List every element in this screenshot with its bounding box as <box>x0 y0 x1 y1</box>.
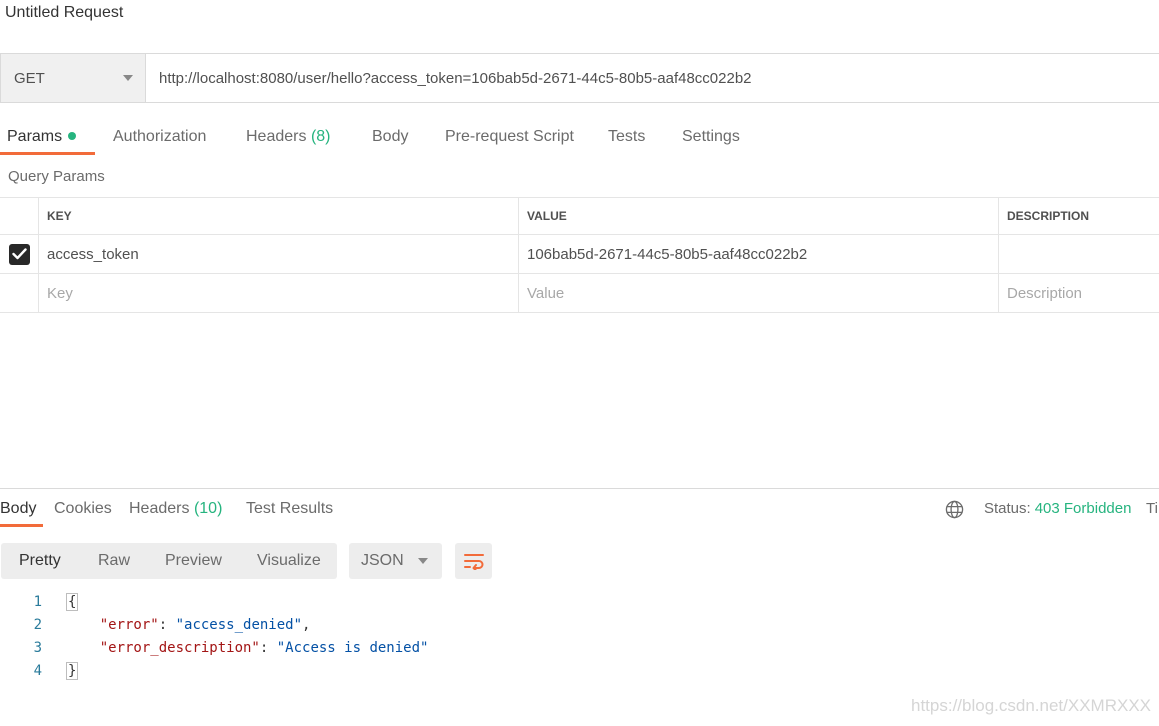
tab-body[interactable]: Body <box>372 118 408 156</box>
tab-tests[interactable]: Tests <box>608 118 645 156</box>
code-line: 2 "error": "access_denied", <box>0 614 700 637</box>
line-number: 4 <box>33 663 42 679</box>
code-line: 3 "error_description": "Access is denied… <box>0 637 700 660</box>
line-number: 3 <box>33 640 42 656</box>
column-header-value: VALUE <box>519 198 999 234</box>
json-string: "Access is denied" <box>276 640 429 656</box>
response-view-modes: Pretty Raw Preview Visualize <box>1 543 337 579</box>
response-tab-test-results[interactable]: Test Results <box>246 492 333 526</box>
code-text: "error": "access_denied", <box>99 617 311 633</box>
format-label: JSON <box>361 552 404 569</box>
response-tab-cookies[interactable]: Cookies <box>54 492 112 526</box>
new-value-input[interactable]: Value <box>519 274 999 312</box>
code-text: "error_description": "Access is denied" <box>99 640 429 656</box>
json-key: "error" <box>99 617 159 633</box>
code-text: } <box>66 660 79 683</box>
view-raw-button[interactable]: Raw <box>98 543 130 579</box>
param-enabled-checkbox[interactable] <box>8 243 30 265</box>
param-key-cell[interactable]: access_token <box>39 235 519 273</box>
check-icon <box>11 248 27 260</box>
column-header-key: KEY <box>39 198 519 234</box>
response-status: Status: 403 Forbidden <box>984 492 1131 526</box>
json-key: "error_description" <box>99 640 260 656</box>
globe-icon[interactable] <box>945 500 964 519</box>
response-time-label: Tin <box>1146 500 1159 517</box>
param-description-cell[interactable] <box>999 235 1159 273</box>
table-row-new: Key Value Description <box>0 274 1159 313</box>
code-line: 1 { <box>0 591 700 614</box>
response-tab-headers[interactable]: Headers (10) <box>129 492 222 526</box>
url-bar: GET http://localhost:8080/user/hello?acc… <box>0 53 1159 103</box>
line-number: 2 <box>33 617 42 633</box>
status-label: Status: <box>984 500 1031 517</box>
tab-params-label: Params <box>7 128 63 145</box>
response-tabs: Body Cookies Headers (10) Test Results S… <box>0 492 1159 528</box>
table-row: access_token 106bab5d-2671-44c5-80b5-aaf… <box>0 235 1159 274</box>
chevron-down-icon <box>418 558 428 564</box>
tab-headers-label: Headers <box>246 128 307 145</box>
tab-authorization[interactable]: Authorization <box>113 118 206 156</box>
new-key-input[interactable]: Key <box>39 274 519 312</box>
query-params-label: Query Params <box>8 168 105 185</box>
view-pretty-button[interactable]: Pretty <box>19 543 61 579</box>
row-checkbox-cell <box>0 235 39 273</box>
open-brace: { <box>66 593 79 611</box>
response-body-editor[interactable]: 1 { 2 "error": "access_denied", 3 "error… <box>0 591 700 683</box>
column-header-description: DESCRIPTION <box>1007 209 1090 223</box>
param-value-cell[interactable]: 106bab5d-2671-44c5-80b5-aaf48cc022b2 <box>519 235 999 273</box>
request-title: Untitled Request <box>5 4 124 21</box>
tab-prerequest-script[interactable]: Pre-request Script <box>445 118 574 156</box>
method-label: GET <box>14 69 45 87</box>
headers-count: (8) <box>310 128 331 145</box>
new-description-input[interactable]: Description <box>999 274 1159 312</box>
new-row-checkbox-cell <box>0 274 39 312</box>
close-brace: } <box>66 662 79 680</box>
request-tabs: Params Authorization Headers (8) Body Pr… <box>0 118 1159 158</box>
response-tab-headers-label: Headers <box>129 500 190 517</box>
active-dot-icon <box>68 131 77 140</box>
line-number: 1 <box>33 594 42 610</box>
view-preview-button[interactable]: Preview <box>165 543 222 579</box>
response-headers-count: (10) <box>193 500 223 517</box>
view-visualize-button[interactable]: Visualize <box>257 543 321 579</box>
code-text: { <box>66 591 79 614</box>
tab-params[interactable]: Params <box>7 118 77 156</box>
method-select[interactable]: GET <box>1 54 146 102</box>
response-tab-body[interactable]: Body <box>0 492 36 526</box>
code-line: 4 } <box>0 660 700 683</box>
response-active-tab-indicator <box>0 524 43 527</box>
tab-settings[interactable]: Settings <box>682 118 740 156</box>
pane-divider[interactable] <box>0 488 1159 489</box>
table-header-row: KEY VALUE DESCRIPTION <box>0 197 1159 235</box>
watermark: https://blog.csdn.net/XXMRXXX <box>910 696 1151 715</box>
header-checkbox-cell <box>0 198 39 234</box>
wrap-lines-icon <box>463 554 484 570</box>
tab-headers[interactable]: Headers (8) <box>246 118 331 156</box>
format-select[interactable]: JSON <box>349 543 442 579</box>
url-input[interactable]: http://localhost:8080/user/hello?access_… <box>146 54 1159 102</box>
active-tab-indicator <box>0 152 95 155</box>
chevron-down-icon <box>123 75 133 81</box>
json-string: "access_denied" <box>175 617 303 633</box>
wrap-lines-button[interactable] <box>455 543 492 579</box>
query-params-table: KEY VALUE DESCRIPTION access_token 106ba… <box>0 197 1159 313</box>
status-value: 403 Forbidden <box>1034 500 1132 517</box>
